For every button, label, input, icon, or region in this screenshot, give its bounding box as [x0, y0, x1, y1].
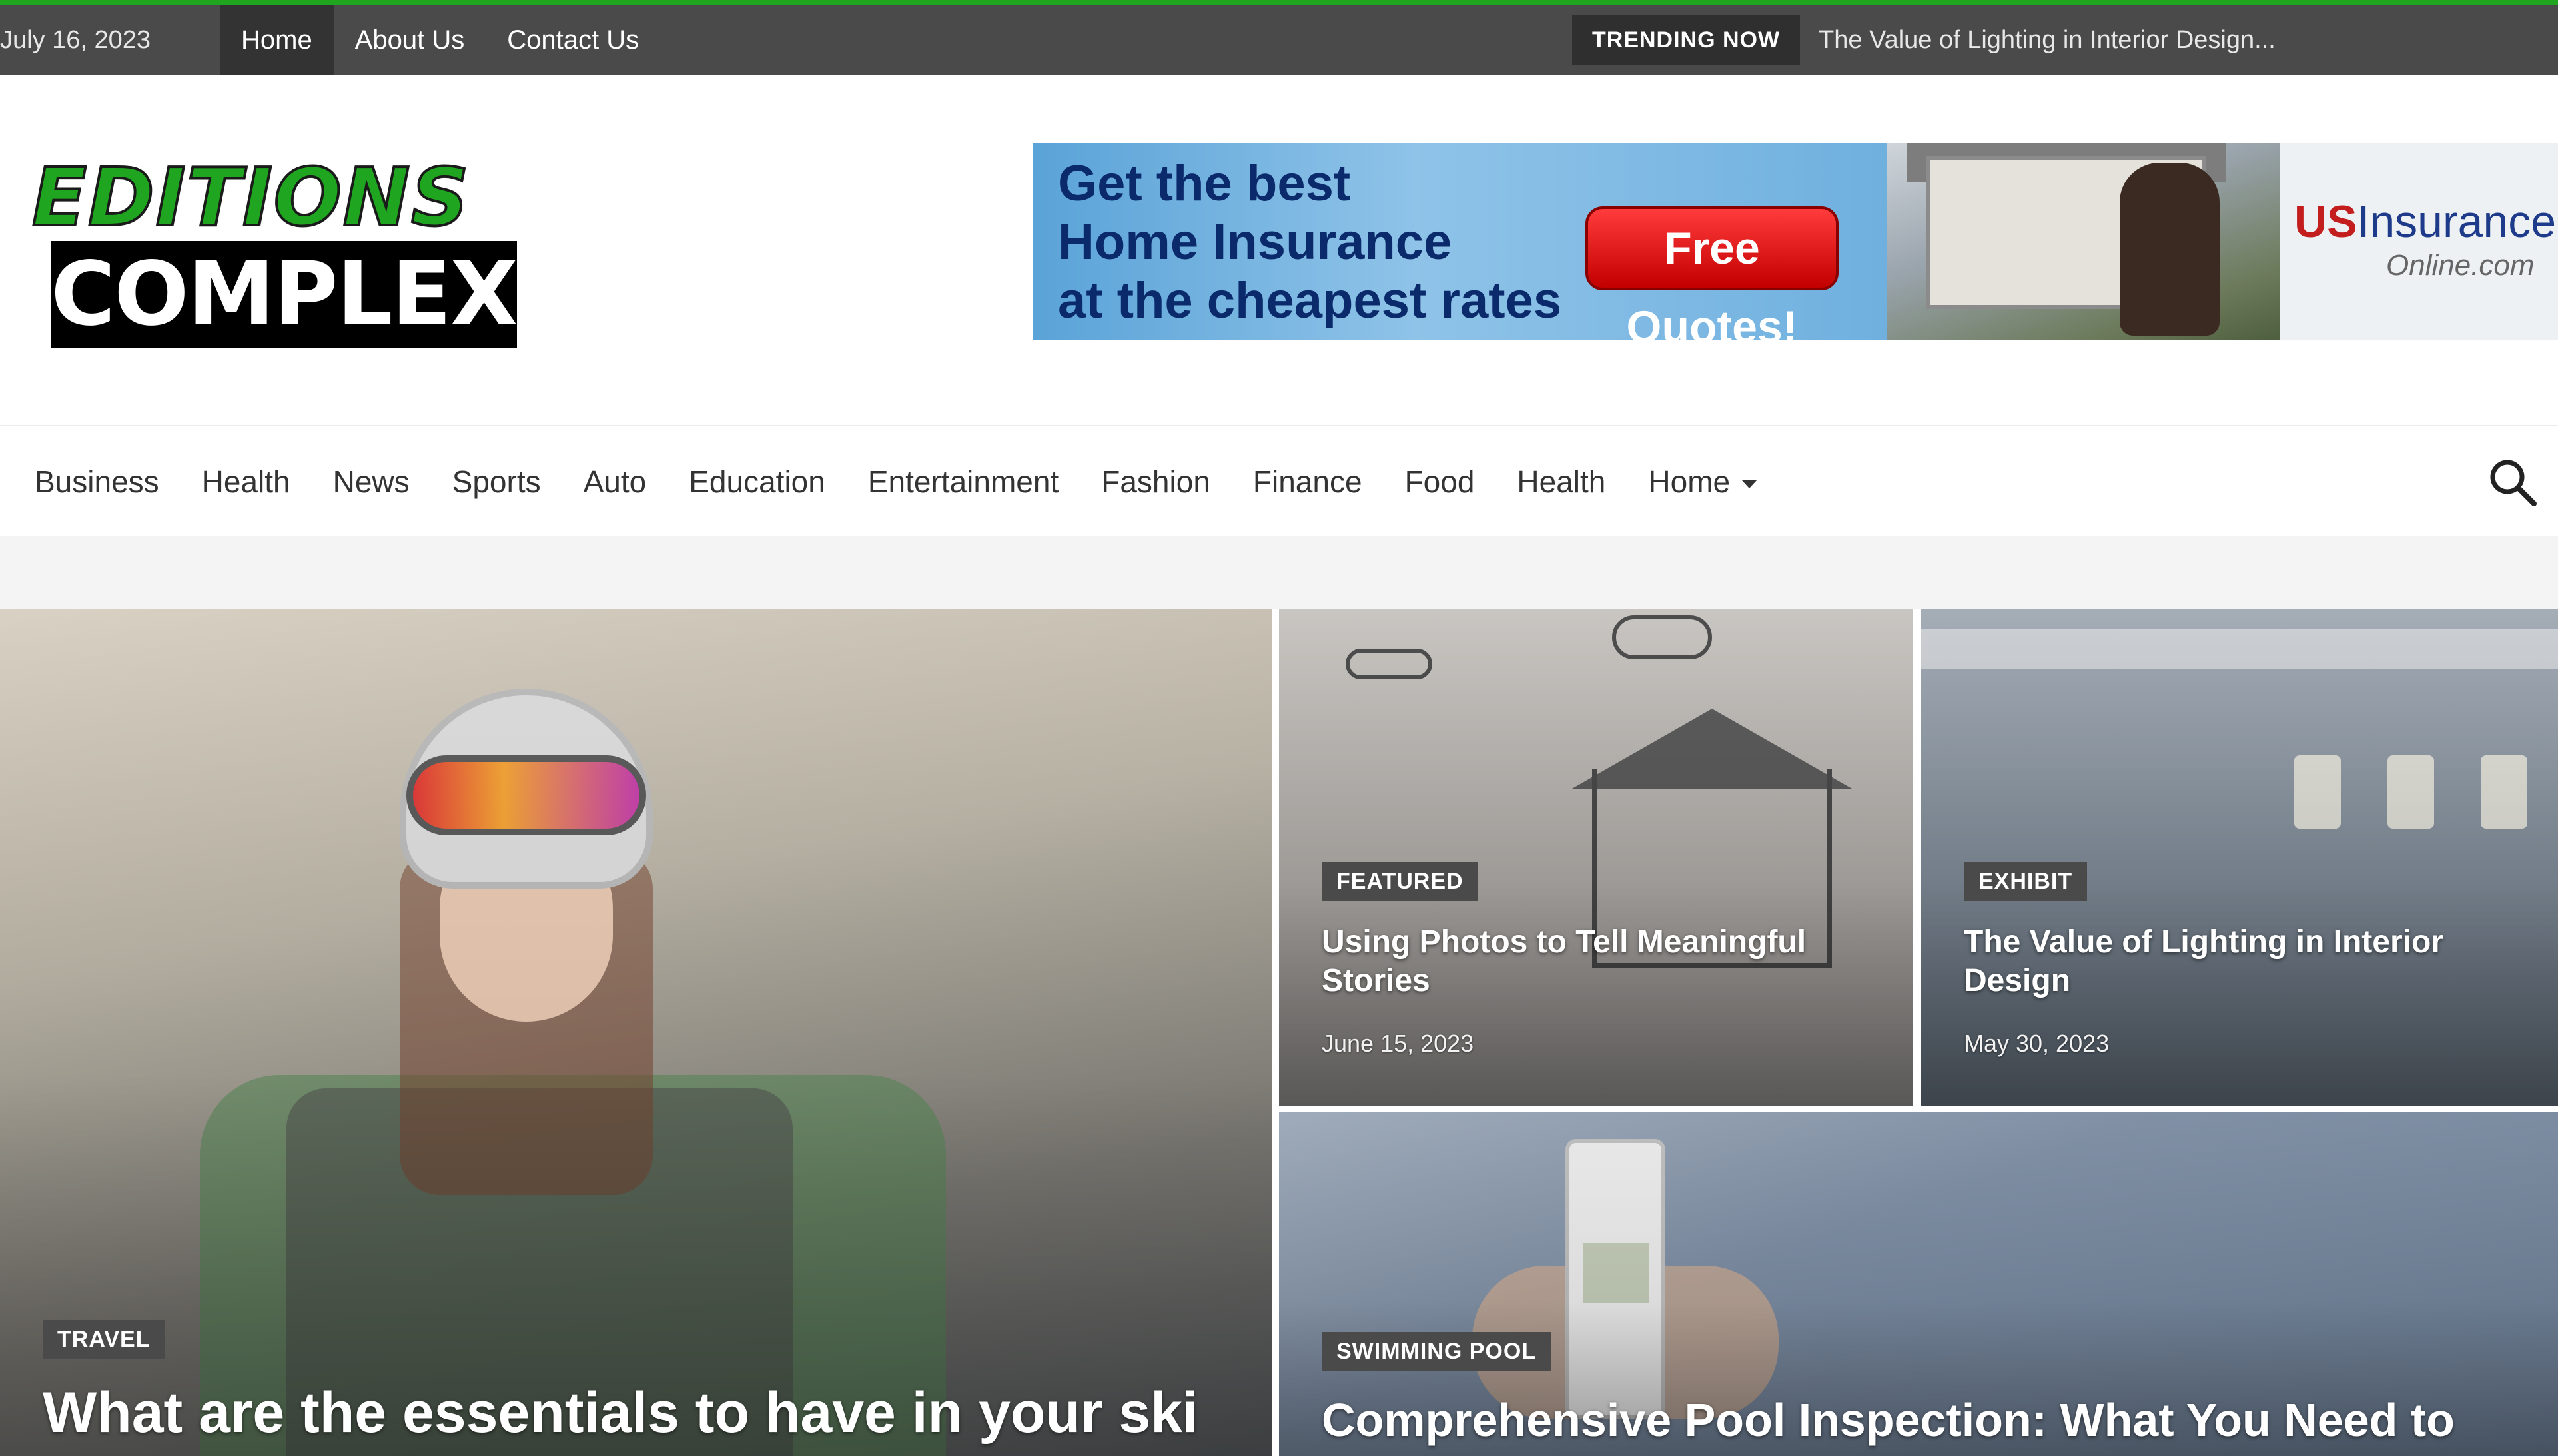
tile-overlay [0, 609, 1272, 1456]
nav-item-education[interactable]: Education [667, 426, 847, 537]
post-date: June 15, 2023 [1322, 1030, 1474, 1057]
nav-item-business[interactable]: Business [13, 426, 181, 537]
nav-item-fashion[interactable]: Fashion [1080, 426, 1232, 537]
post-title[interactable]: The Value of Lighting in Interior Design [1964, 923, 2537, 1000]
post-category-badge[interactable]: FEATURED [1322, 862, 1478, 901]
ad-brand-logo: USInsurance Online.com [2280, 143, 2558, 340]
ad-headline-line-1: Get the best [1058, 155, 1351, 212]
logo-line-1: EDITIONS [31, 152, 470, 244]
nav-item-home-label: Home [1648, 464, 1731, 499]
nav-item-health-2[interactable]: Health [1495, 426, 1627, 537]
post-date: May 30, 2023 [1964, 1030, 2110, 1057]
post-category-badge[interactable]: SWIMMING POOL [1322, 1332, 1551, 1371]
post-category-badge[interactable]: TRAVEL [43, 1320, 165, 1359]
post-tile-main[interactable]: TRAVEL What are the essentials to have i… [0, 609, 1272, 1456]
main-nav: Business Health News Sports Auto Educati… [0, 425, 2558, 536]
ad-text-panel: Get the best Home Insurance at the cheap… [1033, 143, 1887, 340]
top-nav: Home About Us Contact Us [220, 5, 660, 75]
ad-brand-rest: Insurance [2357, 196, 2557, 247]
search-icon[interactable] [2486, 456, 2538, 508]
ad-banner[interactable]: Get the best Home Insurance at the cheap… [1033, 143, 2558, 340]
nav-item-home[interactable]: Home [1627, 426, 1778, 537]
logo-line-2: COMPLEX E [51, 241, 518, 452]
post-category-badge[interactable]: EXHIBIT [1964, 862, 2088, 901]
post-title[interactable]: Using Photos to Tell Meaningful Stories [1322, 923, 1881, 1000]
trending-label: TRENDING NOW [1572, 15, 1801, 65]
trending-link[interactable]: The Value of Lighting in Interior Design… [1819, 5, 2276, 75]
ad-headline: Get the best Home Insurance at the cheap… [1058, 155, 1561, 330]
current-date: July 16, 2023 [0, 26, 151, 54]
ad-brand-sub: Online.com [2386, 249, 2535, 282]
ad-brand-name: USInsurance [2294, 196, 2556, 248]
nav-item-food[interactable]: Food [1384, 426, 1496, 537]
nav-item-auto[interactable]: Auto [562, 426, 668, 537]
top-nav-about[interactable]: About Us [334, 5, 486, 75]
nav-item-finance[interactable]: Finance [1232, 426, 1384, 537]
post-title[interactable]: Comprehensive Pool Inspection: What You … [1322, 1392, 2534, 1448]
nav-item-news[interactable]: News [312, 426, 431, 537]
ad-headline-line-3: at the cheapest rates [1058, 272, 1562, 329]
nav-item-sports[interactable]: Sports [431, 426, 562, 537]
nav-item-health[interactable]: Health [181, 426, 312, 537]
ad-headline-line-2: Home Insurance [1058, 214, 1452, 270]
free-quotes-button[interactable]: Free Quotes! [1585, 206, 1839, 340]
top-nav-contact[interactable]: Contact Us [486, 5, 660, 75]
nav-item-entertainment[interactable]: Entertainment [847, 426, 1080, 537]
content-gap [0, 536, 2558, 609]
post-tile-pool[interactable]: SWIMMING POOL Comprehensive Pool Inspect… [1279, 1112, 2558, 1456]
top-bar: July 16, 2023 Home About Us Contact Us T… [0, 0, 2558, 75]
site-logo[interactable]: EDITIONS COMPLEX E [31, 152, 525, 453]
ad-brand-us: US [2294, 196, 2357, 247]
post-tile-exhibit[interactable]: EXHIBIT The Value of Lighting in Interio… [1921, 609, 2558, 1106]
site-header: EDITIONS COMPLEX E Get the best Home Ins… [0, 75, 2558, 453]
ad-family-photo [1887, 143, 2280, 340]
top-nav-home[interactable]: Home [220, 5, 334, 75]
ad-person [2120, 163, 2220, 336]
post-title[interactable]: What are the essentials to have in your … [43, 1379, 1242, 1447]
main-nav-list: Business Health News Sports Auto Educati… [13, 426, 1778, 537]
post-tile-featured[interactable]: FEATURED Using Photos to Tell Meaningful… [1279, 609, 1913, 1106]
chevron-down-icon [1742, 480, 1757, 488]
